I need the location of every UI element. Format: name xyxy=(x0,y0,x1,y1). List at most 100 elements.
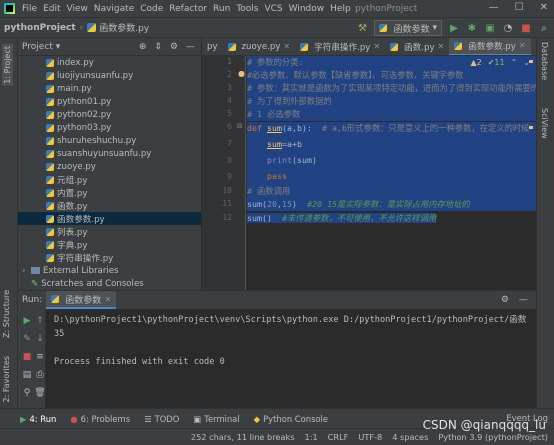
inspection-widget[interactable]: ▲2 ✔11 ⌃ ⌄ xyxy=(470,58,530,67)
bulb-icon[interactable]: ● xyxy=(238,69,245,78)
editor-tab[interactable]: zuoye.py ✕ xyxy=(223,38,296,55)
close-icon[interactable]: ✕ xyxy=(540,2,548,13)
menu-edit[interactable]: Edit xyxy=(40,4,63,14)
status-encoding[interactable]: UTF-8 xyxy=(358,432,382,442)
status-indent[interactable]: 4 spaces xyxy=(392,432,428,442)
menu-help[interactable]: Help xyxy=(327,4,354,14)
collapse-icon[interactable]: ⇕ xyxy=(154,42,162,52)
tree-file-item[interactable]: suanshuyunsuanfu.py xyxy=(18,147,201,160)
status-line-separator[interactable]: CRLF xyxy=(328,432,349,442)
chevron-right-icon[interactable]: › xyxy=(22,266,31,276)
close-tab-icon[interactable]: ✕ xyxy=(104,295,111,304)
tree-file-item[interactable]: luojiyunsuanfu.py xyxy=(18,69,201,82)
console-output[interactable]: D:\pythonProject1\pythonProject\venv\Scr… xyxy=(54,313,536,369)
wrench-icon[interactable]: ✎ xyxy=(20,333,34,345)
editor-tab[interactable]: py xyxy=(202,38,223,55)
breadcrumb-project[interactable]: pythonProject xyxy=(4,23,76,33)
code-line-2: #必选参数、默认参数【缺省参数】、可选参数、关键字参数 xyxy=(247,69,536,82)
tree-file-item[interactable]: 函数.py xyxy=(18,199,201,212)
close-tab-icon[interactable]: ✕ xyxy=(438,42,445,51)
close-tab-icon[interactable]: ✕ xyxy=(283,42,290,51)
gear-icon[interactable]: ⚙ xyxy=(170,42,178,52)
menu-refactor[interactable]: Refactor xyxy=(166,4,210,14)
status-interpreter[interactable]: Python 3.9 (pythonProject) xyxy=(438,432,548,442)
code-editor[interactable]: 1 2 3 4 5 6 7 8 9 10 11 12 ⊟ ● ▲2 ✔11 ⌃ … xyxy=(202,56,536,290)
menu-code[interactable]: Code xyxy=(137,4,166,14)
favorites-tool-tab[interactable]: 2: Favorites xyxy=(2,356,11,402)
maximize-icon[interactable]: ☐ xyxy=(515,2,524,13)
tree-file-item[interactable]: python03.py xyxy=(18,121,201,134)
hide-icon[interactable]: — xyxy=(519,295,528,305)
project-panel-title[interactable]: Project xyxy=(22,42,53,52)
menu-window[interactable]: Window xyxy=(286,4,328,14)
rerun-icon[interactable]: ▶ xyxy=(20,315,34,327)
structure-tool-tab[interactable]: Z: Structure xyxy=(2,290,11,338)
terminal-tool-button[interactable]: ▣ Terminal xyxy=(193,414,239,424)
tree-file-item[interactable]: zuoye.py xyxy=(18,160,201,173)
hide-icon[interactable]: — xyxy=(186,42,195,52)
close-tab-icon[interactable]: ✕ xyxy=(519,41,526,50)
scroll-up-icon[interactable]: ↑ xyxy=(33,315,47,327)
tree-external-libraries[interactable]: › External Libraries xyxy=(18,264,201,277)
gear-icon[interactable]: ⚙ xyxy=(501,295,509,305)
run-tool-button[interactable]: ▶ 4: Run xyxy=(20,414,56,424)
scroll-down-icon[interactable]: ↓ xyxy=(33,333,47,345)
run-icon[interactable]: ▶ xyxy=(448,22,460,34)
tree-file-item[interactable]: python01.py xyxy=(18,95,201,108)
tree-file-item[interactable]: main.py xyxy=(18,82,201,95)
trash-icon[interactable]: 🗑 xyxy=(33,387,47,399)
tree-scratches[interactable]: ✎ Scratches and Consoles xyxy=(18,277,201,290)
coverage-icon[interactable]: ▣ xyxy=(484,22,496,34)
run-config-select[interactable]: 函数参数 ▾ xyxy=(374,20,442,36)
chevron-down-icon[interactable]: ⌄ xyxy=(523,58,530,67)
editor-tab-active[interactable]: 函数参数.py ✕ xyxy=(449,38,531,55)
tree-file-item-selected[interactable]: 函数参数.py xyxy=(18,212,201,225)
menu-vcs[interactable]: VCS xyxy=(261,4,285,14)
print-icon[interactable]: ⎙ xyxy=(33,369,47,381)
chevron-up-icon[interactable]: ⌃ xyxy=(511,58,518,67)
soft-wrap-icon[interactable]: ≡ xyxy=(33,351,47,363)
tree-file-item[interactable]: python02.py xyxy=(18,108,201,121)
tree-file-item[interactable]: 内置.py xyxy=(18,186,201,199)
file-label: 函数参数.py xyxy=(57,214,105,225)
tree-file-item[interactable]: 字典.py xyxy=(18,238,201,251)
python-console-tool-button[interactable]: ◆ Python Console xyxy=(254,414,328,424)
locate-icon[interactable]: ⊕ xyxy=(139,42,147,52)
debug-icon[interactable]: ✱ xyxy=(466,22,478,34)
tab-overflow-icon[interactable]: ⋮ xyxy=(531,42,536,52)
menu-run[interactable]: Run xyxy=(210,4,233,14)
terminal-icon: ▣ xyxy=(193,413,202,424)
editor-scrollbar[interactable] xyxy=(528,56,534,290)
close-tab-icon[interactable]: ✕ xyxy=(373,42,380,51)
editor-tab[interactable]: 函数.py ✕ xyxy=(385,38,449,55)
minimize-icon[interactable]: — xyxy=(489,2,499,13)
stop-icon[interactable]: ■ xyxy=(20,351,34,363)
profile-icon[interactable]: ◔ xyxy=(502,22,514,34)
status-caret-position[interactable]: 1:1 xyxy=(304,432,317,442)
menu-view[interactable]: View xyxy=(64,4,91,14)
search-icon[interactable]: ⌕ xyxy=(538,22,550,34)
stop-icon[interactable]: ■ xyxy=(520,22,532,34)
hammer-icon[interactable]: ⚒ xyxy=(356,22,368,34)
layout-icon[interactable]: ▤ xyxy=(20,369,34,381)
problems-tool-button[interactable]: ● 6: Problems xyxy=(70,414,130,424)
menu-file[interactable]: File xyxy=(19,4,40,14)
tree-file-item[interactable]: index.py xyxy=(18,56,201,69)
chevron-down-icon[interactable]: ▾ xyxy=(56,42,61,52)
tree-file-item[interactable]: 元组.py xyxy=(18,173,201,186)
run-tab[interactable]: 函数参数 ✕ xyxy=(46,291,117,309)
tree-file-item[interactable]: 列表.py xyxy=(18,225,201,238)
tree-file-item[interactable]: 字符串操作.py xyxy=(18,251,201,264)
editor-tab[interactable]: 字符串操作.py ✕ xyxy=(295,38,385,55)
sciview-tool-tab[interactable]: SciView xyxy=(540,108,549,139)
pin-icon[interactable]: ⚲ xyxy=(20,387,34,399)
todo-tool-button[interactable]: ☰ TODO xyxy=(144,414,179,424)
breadcrumb-file[interactable]: 函数参数.py xyxy=(99,21,149,34)
database-tool-tab[interactable]: Database xyxy=(540,42,549,80)
fold-icon[interactable]: ⊟ xyxy=(237,122,243,130)
warning-marker[interactable] xyxy=(529,126,533,129)
project-tool-tab[interactable]: 1: Project xyxy=(2,44,13,86)
menu-tools[interactable]: Tools xyxy=(233,4,261,14)
menu-navigate[interactable]: Navigate xyxy=(91,4,137,14)
tree-file-item[interactable]: shuruheshuchu.py xyxy=(18,134,201,147)
